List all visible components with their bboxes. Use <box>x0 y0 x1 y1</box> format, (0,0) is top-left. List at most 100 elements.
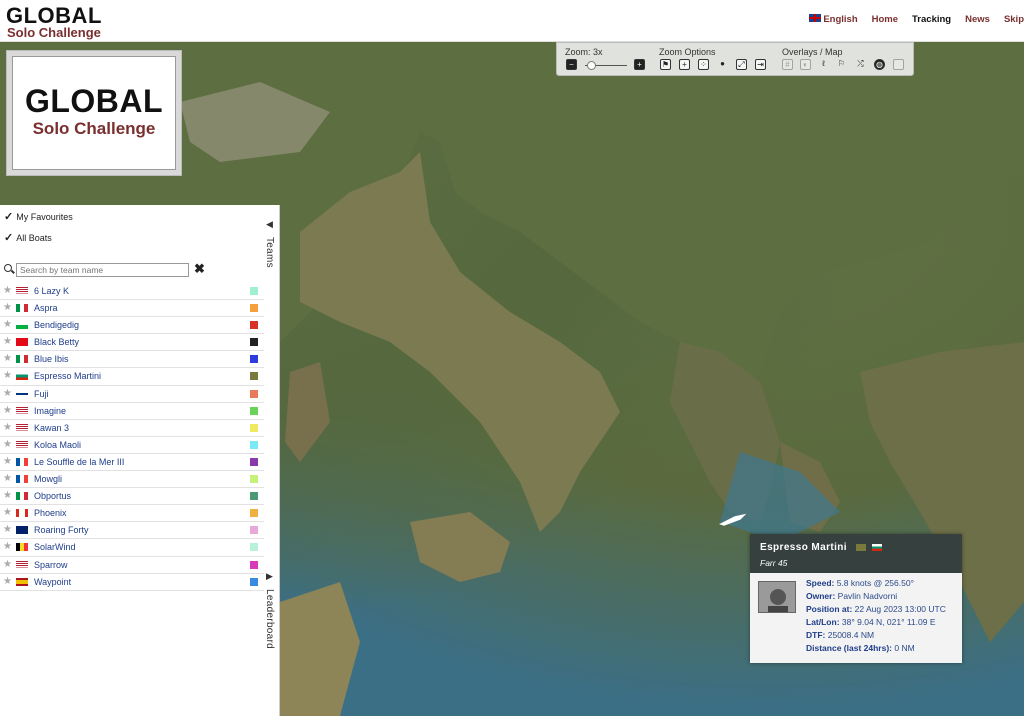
favourite-star-icon[interactable]: ★ <box>3 336 12 347</box>
team-name[interactable]: Koloa Maoli <box>34 440 81 450</box>
team-name[interactable]: Imagine <box>34 406 66 416</box>
team-row[interactable]: ★ Le Souffle de la Mer III <box>0 454 264 472</box>
favourite-star-icon[interactable]: ★ <box>3 422 12 433</box>
team-name[interactable]: Phoenix <box>34 508 67 518</box>
team-row[interactable]: ★ Blue Ibis <box>0 351 264 369</box>
teams-collapse-arrow-icon[interactable]: ◀ <box>266 219 273 230</box>
team-name[interactable]: Aspra <box>34 303 58 313</box>
it-flag-icon <box>16 304 28 313</box>
start-finish-flag-icon[interactable]: ⚑ <box>660 59 671 70</box>
nav-english[interactable]: English <box>809 14 858 25</box>
all-boats-filter[interactable]: ✓ All Boats <box>4 231 52 244</box>
teams-tab[interactable]: Teams <box>264 237 275 268</box>
my-favourites-filter[interactable]: ✓ My Favourites <box>4 210 73 223</box>
team-color-swatch <box>250 423 258 432</box>
team-name[interactable]: 6 Lazy K <box>34 286 69 296</box>
grid-overlay-icon[interactable]: # <box>782 59 793 70</box>
globe-icon[interactable]: ◍ <box>874 59 885 70</box>
fit-icon[interactable]: ⇥ <box>755 59 766 70</box>
team-row[interactable]: ★ 6 Lazy K <box>0 283 264 301</box>
favourite-star-icon[interactable]: ★ <box>3 559 12 570</box>
favourite-star-icon[interactable]: ★ <box>3 473 12 484</box>
it-flag-icon <box>16 492 28 501</box>
logo-subtitle: Solo Challenge <box>32 119 156 138</box>
team-name[interactable]: Espresso Martini <box>34 371 101 381</box>
team-row[interactable]: ★ Phoenix <box>0 505 264 523</box>
team-color-swatch <box>250 577 258 586</box>
team-row[interactable]: ★ Bendigedig <box>0 317 264 335</box>
team-name[interactable]: Fuji <box>34 389 49 399</box>
team-row[interactable]: ★ Fuji <box>0 386 264 403</box>
team-row[interactable]: ★ Mowgli <box>0 471 264 489</box>
bg-flag-icon <box>16 372 28 381</box>
favourite-star-icon[interactable]: ★ <box>3 285 12 296</box>
team-name[interactable]: Le Souffle de la Mer III <box>34 457 124 467</box>
team-color-swatch <box>250 287 258 295</box>
team-row[interactable]: ★ Waypoint <box>0 574 264 591</box>
nav-home[interactable]: Home <box>872 14 898 25</box>
team-color-swatch <box>250 372 258 381</box>
team-name[interactable]: Obportus <box>34 491 71 501</box>
waypoint-flags-icon[interactable]: ⚐ <box>836 59 847 70</box>
favourite-star-icon[interactable]: ★ <box>3 576 12 587</box>
leaderboard-tab[interactable]: Leaderboard <box>264 589 275 649</box>
search-icon <box>4 264 12 272</box>
favourite-star-icon[interactable]: ★ <box>3 456 12 467</box>
clear-search-icon[interactable]: ✖ <box>194 261 205 277</box>
team-color-swatch <box>250 440 258 449</box>
team-row[interactable]: ★ Obportus <box>0 488 264 506</box>
team-name[interactable]: Bendigedig <box>34 320 79 330</box>
team-name[interactable]: Sparrow <box>34 560 68 570</box>
team-name[interactable]: Roaring Forty <box>34 525 89 535</box>
brand-subtitle[interactable]: Solo Challenge <box>7 25 101 40</box>
team-row[interactable]: ★ Espresso Martini <box>0 368 264 386</box>
popup-boat-name: Espresso Martini <box>760 542 952 553</box>
nav-skip[interactable]: Skip <box>1004 14 1024 25</box>
team-row[interactable]: ★ Roaring Forty <box>0 522 264 540</box>
fi-flag-icon <box>16 389 28 398</box>
teams-sidebar: ✓My Favourites ✓All Boats ✖ ◀ Teams ▶ Le… <box>0 205 280 716</box>
team-row[interactable]: ★ Imagine <box>0 403 264 420</box>
favourite-star-icon[interactable]: ★ <box>3 319 12 330</box>
daynight-overlay-icon[interactable]: ◐ <box>800 59 811 70</box>
tracks-icon[interactable]: ⤮ <box>855 59 866 70</box>
favourite-star-icon[interactable]: ★ <box>3 302 12 313</box>
zoom-out-button[interactable]: − <box>566 59 577 70</box>
favourite-star-icon[interactable]: ★ <box>3 388 12 399</box>
wind-overlay-icon[interactable]: ℓ <box>818 59 829 70</box>
favourite-star-icon[interactable]: ★ <box>3 405 12 416</box>
nav-news[interactable]: News <box>965 14 990 25</box>
leaderboard-expand-arrow-icon[interactable]: ▶ <box>266 571 273 582</box>
team-row[interactable]: ★ Koloa Maoli <box>0 437 264 454</box>
team-row[interactable]: ★ Kawan 3 <box>0 420 264 437</box>
zoom-slider-handle[interactable] <box>587 61 596 70</box>
favourite-star-icon[interactable]: ★ <box>3 370 12 381</box>
team-name[interactable]: Kawan 3 <box>34 423 69 433</box>
team-row[interactable]: ★ Aspra <box>0 300 264 318</box>
group-icon[interactable]: ● <box>717 59 728 70</box>
team-row[interactable]: ★ Sparrow <box>0 557 264 574</box>
wales-flag-icon <box>16 321 28 330</box>
map-layer-icon[interactable] <box>893 59 904 70</box>
favourite-star-icon[interactable]: ★ <box>3 524 12 535</box>
favourite-star-icon[interactable]: ★ <box>3 541 12 552</box>
favourite-star-icon[interactable]: ★ <box>3 507 12 518</box>
zoom-in-button[interactable]: + <box>634 59 645 70</box>
team-row[interactable]: ★ SolarWind <box>0 539 264 557</box>
nav-tracking[interactable]: Tracking <box>912 14 951 25</box>
team-name[interactable]: Waypoint <box>34 577 71 587</box>
team-name[interactable]: Blue Ibis <box>34 354 69 364</box>
zoom-boats-icon[interactable]: ⁘ <box>698 59 709 70</box>
team-name[interactable]: SolarWind <box>34 542 76 552</box>
team-row[interactable]: ★ Black Betty <box>0 334 264 352</box>
team-name[interactable]: Black Betty <box>34 337 79 347</box>
team-name[interactable]: Mowgli <box>34 474 62 484</box>
favourite-star-icon[interactable]: ★ <box>3 490 12 501</box>
uk-flag-icon <box>809 14 822 22</box>
favourite-star-icon[interactable]: ★ <box>3 353 12 364</box>
team-search-input[interactable] <box>16 263 189 277</box>
favourite-star-icon[interactable]: ★ <box>3 439 12 450</box>
popup-dtf: DTF: 25008.4 NM <box>806 630 875 640</box>
zoom-plus-icon[interactable]: + <box>679 59 690 70</box>
fullscreen-icon[interactable]: ⤢ <box>736 59 747 70</box>
